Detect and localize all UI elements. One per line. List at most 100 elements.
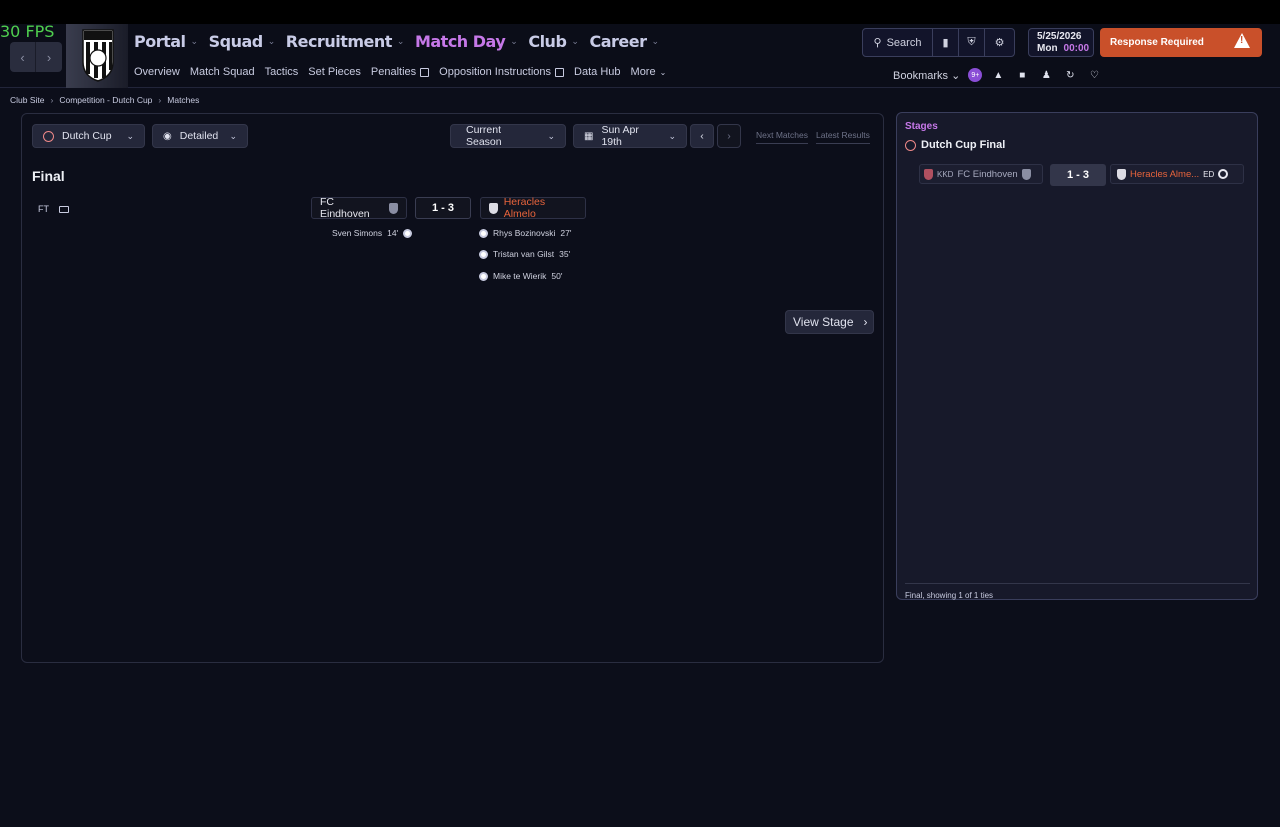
stages-label: Stages [905,121,938,132]
subnav-match-squad[interactable]: Match Squad [190,66,255,78]
chevron-down-icon: ⌄ [651,36,659,47]
bookmarks-bar: Bookmarks ⌄ 9+ ▲ ■ ♟ ↻ ♡ [893,67,1102,83]
view-mode-dropdown[interactable]: ◉ Detailed ⌄ [152,124,248,148]
team-badge-icon [1021,168,1031,180]
trophy-icon[interactable]: ♡ [1086,67,1102,83]
sub-nav: Overview Match Squad Tactics Set Pieces … [134,66,666,78]
match-status: FT [38,204,69,214]
breadcrumb-matches: Matches [167,95,200,105]
tie-score[interactable]: 1 - 3 [1050,164,1106,186]
subnav-opposition-instructions[interactable]: Opposition Instructions [439,66,565,78]
game-date[interactable]: 5/25/2026 Mon 00:00 [1028,28,1094,57]
tab-next-matches[interactable]: Next Matches [756,130,808,144]
nav-portal[interactable]: Portal ⌄ [134,32,198,51]
subnav-data-hub[interactable]: Data Hub [574,66,620,78]
next-date-button[interactable]: › [717,124,741,148]
breadcrumb-club-site[interactable]: Club Site [10,95,45,105]
tab-latest-results[interactable]: Latest Results [816,130,870,144]
chevron-down-icon: ⌄ [396,36,405,47]
chevron-down-icon: ⌄ [547,130,555,141]
competition-dropdown[interactable]: Dutch Cup ⌄ [32,124,145,148]
notification-badge[interactable]: 9+ [968,68,983,82]
goal-ball-icon [403,228,413,238]
subnav-tactics[interactable]: Tactics [265,66,299,78]
stages-panel: Stages Dutch Cup Final KKD FC Eindhoven … [896,112,1258,600]
search-button[interactable]: ⚲ Search [863,29,933,56]
refresh-icon[interactable]: ↻ [1062,67,1078,83]
away-team[interactable]: Heracles Almelo [480,196,586,220]
chevron-right-icon: › [158,95,162,105]
cup-icon [905,139,916,151]
tie-row[interactable]: KKD FC Eindhoven 1 - 3 Heracles Alme... … [919,164,1244,186]
chevron-right-icon: › [727,130,731,142]
time-text: 00:00 [1063,43,1090,54]
chevron-down-icon: ⌄ [668,130,676,141]
people-icon[interactable]: ♟ [1038,67,1054,83]
stage-title: Dutch Cup Final [905,139,1005,151]
chevron-right-icon: › [863,315,868,329]
tv-icon[interactable] [59,205,69,213]
subnav-penalties[interactable]: Penalties [371,66,430,78]
shield-icon: ⛨ [967,36,976,48]
section-title: Final [32,168,65,184]
date-picker[interactable]: ▦ Sun Apr 19th ⌄ [573,124,687,148]
tie-away-team[interactable]: Heracles Alme... ED [1110,164,1244,184]
nav-squad[interactable]: Squad ⌄ [209,32,276,51]
team-badge-icon [389,202,398,214]
previous-date-button[interactable]: ‹ [690,124,714,148]
bookmark-icon: ▮ [942,37,949,49]
nav-match-day[interactable]: Match Day ⌄ [415,32,518,51]
phone-icon[interactable]: ■ [1014,67,1030,83]
external-link-icon [555,67,565,77]
gear-icon: ⚙ [994,37,1005,49]
breadcrumb-competition[interactable]: Competition - Dutch Cup [59,95,152,105]
chevron-down-icon: ⌄ [510,36,518,47]
bookmark-button[interactable]: ▮ [933,29,959,56]
subnav-set-pieces[interactable]: Set Pieces [308,66,361,78]
day-time: Mon 00:00 [1037,43,1090,54]
chevron-down-icon: ⌄ [951,69,961,82]
top-black-bar [0,0,1280,24]
season-dropdown[interactable]: Current Season ⌄ [450,124,566,148]
history-nav: ‹ › [10,42,62,72]
team-badge-icon [489,202,498,214]
forward-button[interactable]: › [36,42,62,72]
eye-icon: ◉ [163,130,172,142]
date-text: 5/25/2026 [1037,31,1082,42]
away-scorer: Mike te Wierik 50' [479,271,562,281]
fps-counter: 30 FPS [0,22,55,41]
response-required-button[interactable]: Response Required [1100,28,1262,57]
cup-icon [43,130,54,142]
kit-icon[interactable]: ▲ [990,67,1006,83]
matches-panel: Dutch Cup ⌄ ◉ Detailed ⌄ Current Season … [21,113,884,663]
goal-ball-icon [479,271,488,281]
home-team[interactable]: FC Eindhoven [311,196,407,220]
search-icon: ⚲ [873,37,882,49]
nav-recruitment[interactable]: Recruitment ⌄ [286,32,405,51]
team-badge-icon [924,168,933,180]
settings-button[interactable]: ⚙ [985,29,1014,56]
subnav-more[interactable]: More ⌄ [631,66,667,78]
calendar-icon: ▦ [584,130,594,142]
stages-footer: Final, showing 1 of 1 ties [905,583,1250,600]
external-link-icon [420,67,430,77]
subnav-overview[interactable]: Overview [134,66,180,78]
nav-career[interactable]: Career ⌄ [589,32,659,51]
club-shield-button[interactable]: ⛨ [959,29,985,56]
back-button[interactable]: ‹ [10,42,36,72]
club-logo-icon [1218,169,1229,179]
nav-club[interactable]: Club ⌄ [528,32,579,51]
tie-home-team[interactable]: KKD FC Eindhoven [919,164,1043,184]
toolbar-group: ⚲ Search ▮ ⛨ ⚙ [862,28,1015,57]
home-scorer: Sven Simons 14' [332,228,413,238]
view-stage-button[interactable]: View Stage › [785,310,874,334]
team-badge-icon [1117,168,1126,180]
score[interactable]: 1 - 3 [415,197,471,219]
club-crest-area[interactable] [66,24,128,88]
bookmarks-dropdown[interactable]: Bookmarks ⌄ [893,69,960,82]
goal-ball-icon [479,249,488,259]
chevron-down-icon: ⌄ [229,130,237,141]
header: ‹ › Portal ⌄ Squad ⌄ Recruitment ⌄ Match Da… [0,24,1280,88]
away-scorer: Tristan van Gilst 35' [479,249,570,259]
club-crest-icon [82,29,114,82]
